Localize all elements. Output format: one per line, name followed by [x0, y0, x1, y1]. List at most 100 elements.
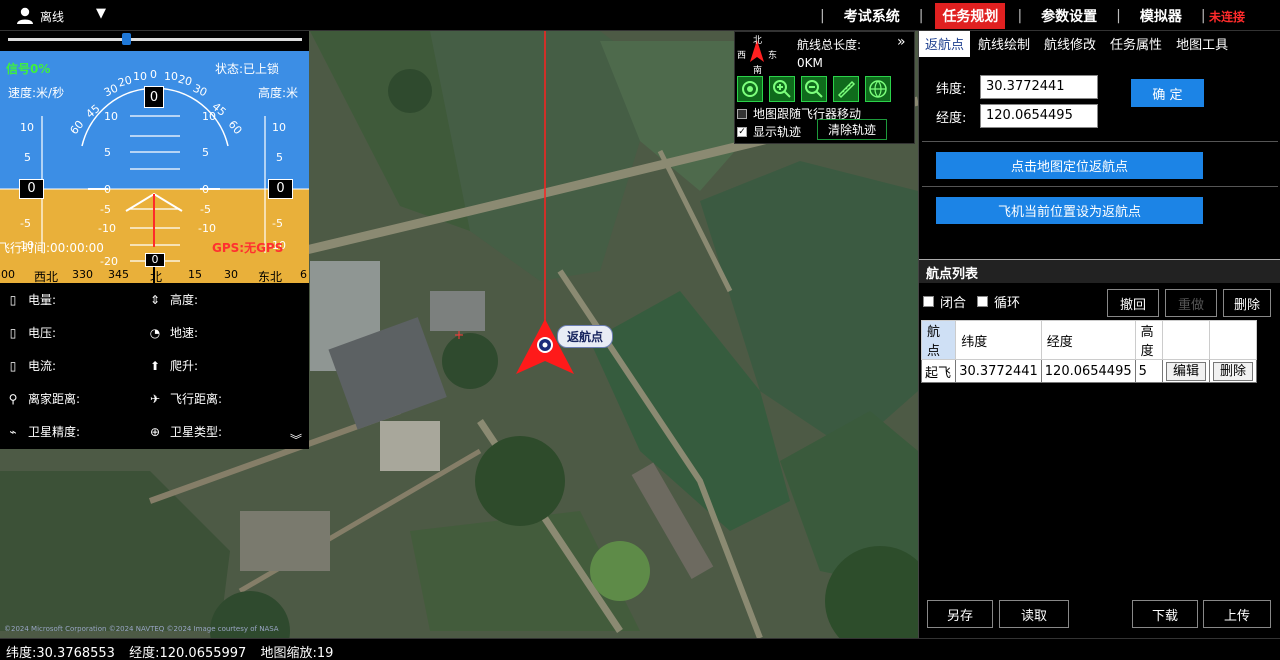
pitch-tick: 10 — [202, 110, 216, 123]
expand-chevron-icon[interactable]: ︾ — [290, 431, 302, 448]
nav-simulator[interactable]: 模拟器 — [1133, 3, 1189, 29]
heading-tape-tick: 300 — [0, 268, 15, 281]
edit-cell: 编辑 — [1161, 359, 1210, 383]
tab-home-point[interactable]: 返航点 — [919, 31, 971, 57]
mission-panel: 返航点 航线绘制 航线修改 任务属性 地图工具 纬度: 30.3772441 经… — [918, 31, 1280, 638]
heading-tape-tick: 330 — [72, 268, 93, 281]
ruler-icon — [837, 80, 856, 99]
waypoint-table: 航点 纬度 经度 高度 起飞 30.3772441 120.0654495 5 … — [920, 320, 1258, 383]
flight-time: 飞行时间:00:00:00 — [0, 241, 104, 255]
telemetry-altitude: ⇕ 高度: — [148, 291, 198, 308]
timeline-slider-track[interactable] — [8, 38, 302, 41]
gps-status: GPS:无GPS — [212, 241, 284, 255]
nav-exam-system[interactable]: 考试系统 — [837, 3, 907, 29]
pitch-tick: 5 — [202, 146, 209, 159]
telemetry-battery: ▯ 电量: — [6, 291, 56, 308]
telemetry-label: 飞行距离: — [170, 392, 223, 406]
longitude-label: 经度: — [936, 111, 967, 126]
user-status[interactable]: 离线 — [16, 5, 64, 27]
zoom-in-button[interactable] — [769, 76, 795, 102]
telemetry-satellite-type: ⊕ 卫星类型: — [148, 423, 222, 440]
telemetry-label: 卫星精度: — [28, 425, 81, 439]
map-copyright: ©2024 Microsoft Corporation ©2024 NAVTEQ… — [4, 625, 279, 633]
heading-tape-tick: 345 — [108, 268, 129, 281]
locate-home-on-map-button[interactable]: 点击地图定位返航点 — [936, 152, 1203, 179]
heading-tape-tick: 东北 — [258, 270, 283, 283]
pitch-tick: 10 — [104, 110, 118, 123]
table-row[interactable]: 起飞 30.3772441 120.0654495 5 编辑 删除 — [920, 359, 1258, 383]
signal-strength: 信号0% — [6, 62, 51, 76]
show-track-checkbox[interactable]: ✓ 显示轨迹 — [737, 123, 801, 140]
download-button[interactable]: 下载 — [1132, 600, 1198, 628]
airplane-icon: ✈ — [149, 391, 161, 406]
speed-tick: -5 — [20, 217, 31, 230]
column-header: 经度 — [1040, 320, 1136, 360]
loop-checkbox[interactable]: 循环 — [977, 292, 1020, 311]
telemetry-flight-distance: ✈ 飞行距离: — [148, 390, 222, 407]
heading-tape-tick: 6 — [300, 268, 307, 281]
speed-tick: 5 — [24, 151, 31, 164]
undo-button[interactable]: 撤回 — [1107, 289, 1159, 317]
nav-mission-planning[interactable]: 任务规划 — [935, 2, 1006, 29]
telemetry-climb: ⬆ 爬升: — [148, 357, 198, 374]
target-icon — [742, 81, 758, 97]
status-bar: 纬度:30.3768553 经度:120.0655997 地图缩放:19 — [0, 638, 1280, 660]
confirm-button[interactable]: 确 定 — [1131, 79, 1204, 107]
telemetry-satellite-accuracy: ⌁ 卫星精度: — [6, 423, 80, 440]
delete-waypoint-button[interactable]: 删除 — [1212, 361, 1253, 381]
compass-east: 东 — [768, 51, 778, 61]
mission-tabs: 返航点 航线绘制 航线修改 任务属性 地图工具 — [919, 31, 1280, 57]
route-length-label: 航线总长度: — [797, 38, 862, 52]
tab-route-edit[interactable]: 航线修改 — [1038, 31, 1102, 57]
map-tools-panel: 北 南 东 西 航线总长度: 0KM » 地图跟随飞行器移动 ✓ 显示轨迹 清除… — [734, 31, 915, 144]
nav-parameter-settings[interactable]: 参数设置 — [1034, 3, 1104, 29]
divider — [922, 186, 1278, 187]
climb-arrow-icon: ⬆ — [149, 358, 161, 373]
locate-target-button[interactable] — [737, 76, 763, 102]
pitch-tick: -10 — [98, 222, 116, 235]
waypoint-name: 起飞 — [920, 359, 957, 383]
map-layer-button[interactable] — [865, 76, 891, 102]
upload-button[interactable]: 上传 — [1203, 600, 1271, 628]
telemetry-label: 地速: — [170, 326, 199, 340]
timeline-slider-knob[interactable] — [121, 33, 131, 45]
clear-track-button[interactable]: 清除轨迹 — [817, 119, 887, 140]
tab-mission-properties[interactable]: 任务属性 — [1104, 31, 1168, 57]
heading-tape-tick: 15 — [188, 268, 202, 281]
set-home-current-position-button[interactable]: 飞机当前位置设为返航点 — [936, 197, 1203, 224]
zoom-out-button[interactable] — [801, 76, 827, 102]
save-as-button[interactable]: 另存 — [927, 600, 993, 628]
loop-label: 循环 — [994, 296, 1021, 311]
cursor-longitude: 经度:120.0655997 — [129, 646, 247, 660]
latitude-input[interactable]: 30.3772441 — [980, 75, 1098, 99]
pitch-tick: -10 — [198, 222, 216, 235]
waypoint-list-header: 航点列表 — [919, 259, 1280, 283]
show-track-label: 显示轨迹 — [753, 125, 802, 139]
speed-tick: 10 — [20, 121, 34, 134]
load-button[interactable]: 读取 — [999, 600, 1069, 628]
delete-all-button[interactable]: 删除 — [1223, 289, 1271, 317]
speed-readout: 0 — [19, 179, 44, 199]
attitude-indicator: 信号0% 状态:已上锁 速度:米/秒 高度:米 60 45 30 20 10 0… — [0, 51, 309, 283]
telemetry-label: 爬升: — [170, 359, 199, 373]
redo-button[interactable]: 重做 — [1165, 289, 1217, 317]
voltage-icon: ▯ — [9, 325, 17, 340]
compass-north: 北 — [753, 36, 763, 46]
delete-cell: 删除 — [1208, 359, 1258, 383]
chevron-down-icon[interactable]: ▼ — [96, 6, 106, 21]
column-header — [1161, 320, 1210, 360]
tab-route-draw[interactable]: 航线绘制 — [972, 31, 1036, 57]
telemetry-current: ▯ 电流: — [6, 357, 56, 374]
collapse-chevron-icon[interactable]: » — [897, 34, 906, 50]
ruler-button[interactable] — [833, 76, 859, 102]
closed-route-checkbox[interactable]: 闭合 — [923, 292, 966, 311]
compass-south: 南 — [753, 66, 763, 76]
edit-waypoint-button[interactable]: 编辑 — [1165, 361, 1206, 381]
home-point-label[interactable]: 返航点 — [557, 325, 614, 348]
telemetry-panel: ▯ 电量: ⇕ 高度: ▯ 电压: ◔ 地速: ▯ 电流: ⬆ 爬升: ⚲ 离家距离: ✈ 飞行… — [0, 283, 309, 449]
nav-separator: | — [1200, 7, 1206, 24]
tab-map-tools[interactable]: 地图工具 — [1170, 31, 1234, 57]
longitude-input[interactable]: 120.0654495 — [980, 104, 1098, 128]
telemetry-label: 电量: — [28, 293, 57, 307]
pitch-tick: -5 — [200, 203, 211, 216]
